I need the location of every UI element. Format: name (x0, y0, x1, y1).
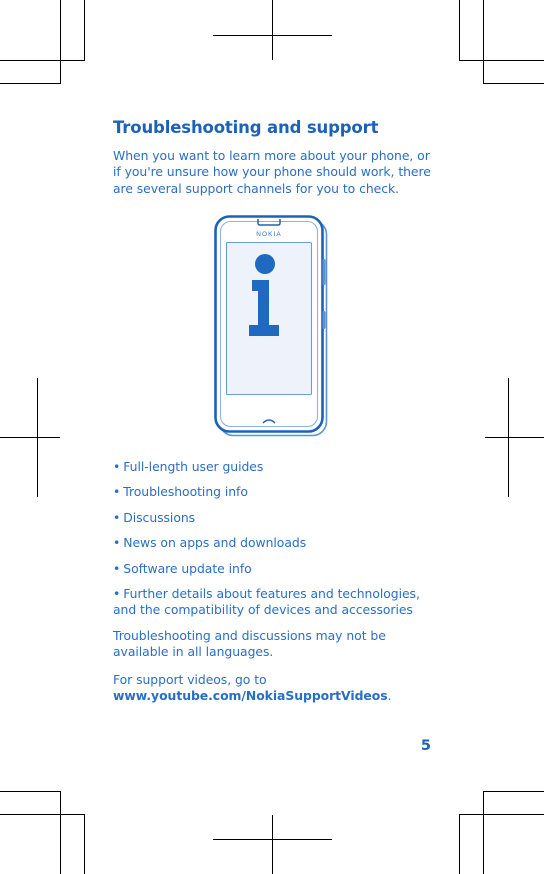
bullet-marker-icon: • (113, 484, 121, 500)
bullet-marker-icon: • (113, 560, 121, 576)
crop-mark-top-right-inner-vertical (483, 0, 484, 83)
list-item-label: Troubleshooting info (123, 484, 248, 500)
crop-mark-top-left-outer-horizontal (0, 60, 85, 61)
crop-mark-top-left-inner-vertical (60, 0, 61, 83)
list-item: • Discussions (113, 510, 431, 526)
crop-mark-top-left-inner-horizontal (0, 83, 61, 84)
crop-mark-top-right-outer-horizontal (459, 60, 544, 61)
intro-paragraph: When you want to learn more about your p… (113, 147, 431, 196)
page-title: Troubleshooting and support (113, 118, 379, 137)
page-number: 5 (420, 738, 431, 754)
crop-mark-bottom-left-outer-vertical (84, 814, 85, 874)
crop-mark-bottom-right-inner-horizontal (483, 791, 544, 792)
list-item: • Further details about features and tech… (113, 586, 431, 619)
support-videos-url[interactable]: www.youtube.com/NokiaSupportVideos (113, 688, 388, 703)
list-item-label: News on apps and downloads (123, 535, 307, 551)
crop-mark-bottom-right-inner-vertical (483, 791, 484, 874)
bullet-marker-icon: • (113, 509, 121, 525)
support-videos-line: For support videos, go to www.youtube.co… (113, 672, 431, 705)
registration-cross-right-horizontal (485, 437, 544, 438)
crop-mark-top-left-outer-vertical (84, 0, 85, 60)
info-glyph-dot-icon (255, 254, 275, 275)
phone-volume-button (322, 259, 326, 286)
registration-cross-left-horizontal (0, 437, 60, 438)
crop-mark-bottom-right-outer-horizontal (459, 814, 544, 815)
list-item-label: Discussions (123, 509, 196, 525)
support-channel-list: • Full-length user guides • Troubleshootin… (113, 459, 431, 619)
phone-illustration: NOKIA (113, 215, 431, 441)
support-videos-prefix: For support videos, go to (113, 671, 267, 687)
support-videos-suffix: . (387, 688, 392, 704)
registration-cross-top-vertical (272, 0, 273, 60)
registration-cross-bottom-vertical (272, 815, 273, 874)
nokia-wordmark: NOKIA (256, 231, 281, 238)
crop-mark-bottom-left-outer-horizontal (0, 814, 85, 815)
nokia-phone-icon: NOKIA (214, 215, 328, 437)
list-item: • Full-length user guides (113, 459, 431, 475)
list-item: • News on apps and downloads (113, 535, 431, 551)
list-item: • Software update info (113, 561, 431, 577)
list-item: • Troubleshooting info (113, 484, 431, 500)
crop-mark-bottom-left-inner-vertical (60, 791, 61, 874)
list-item-label: Full-length user guides (123, 459, 264, 475)
list-item-label: Software update info (123, 560, 252, 576)
crop-mark-bottom-left-inner-horizontal (0, 791, 61, 792)
crop-mark-top-right-inner-horizontal (483, 83, 544, 84)
crop-mark-top-right-outer-vertical (459, 0, 460, 60)
list-item-label: Further details about features and techn… (113, 586, 420, 618)
bullet-marker-icon: • (113, 586, 121, 602)
page-content: Troubleshooting and support When you wan… (113, 118, 431, 704)
bullet-marker-icon: • (113, 535, 121, 551)
crop-mark-bottom-right-outer-vertical (459, 814, 460, 874)
availability-note: Troubleshooting and discussions may not … (113, 627, 386, 660)
phone-power-button (322, 311, 326, 330)
bullet-marker-icon: • (113, 459, 121, 475)
